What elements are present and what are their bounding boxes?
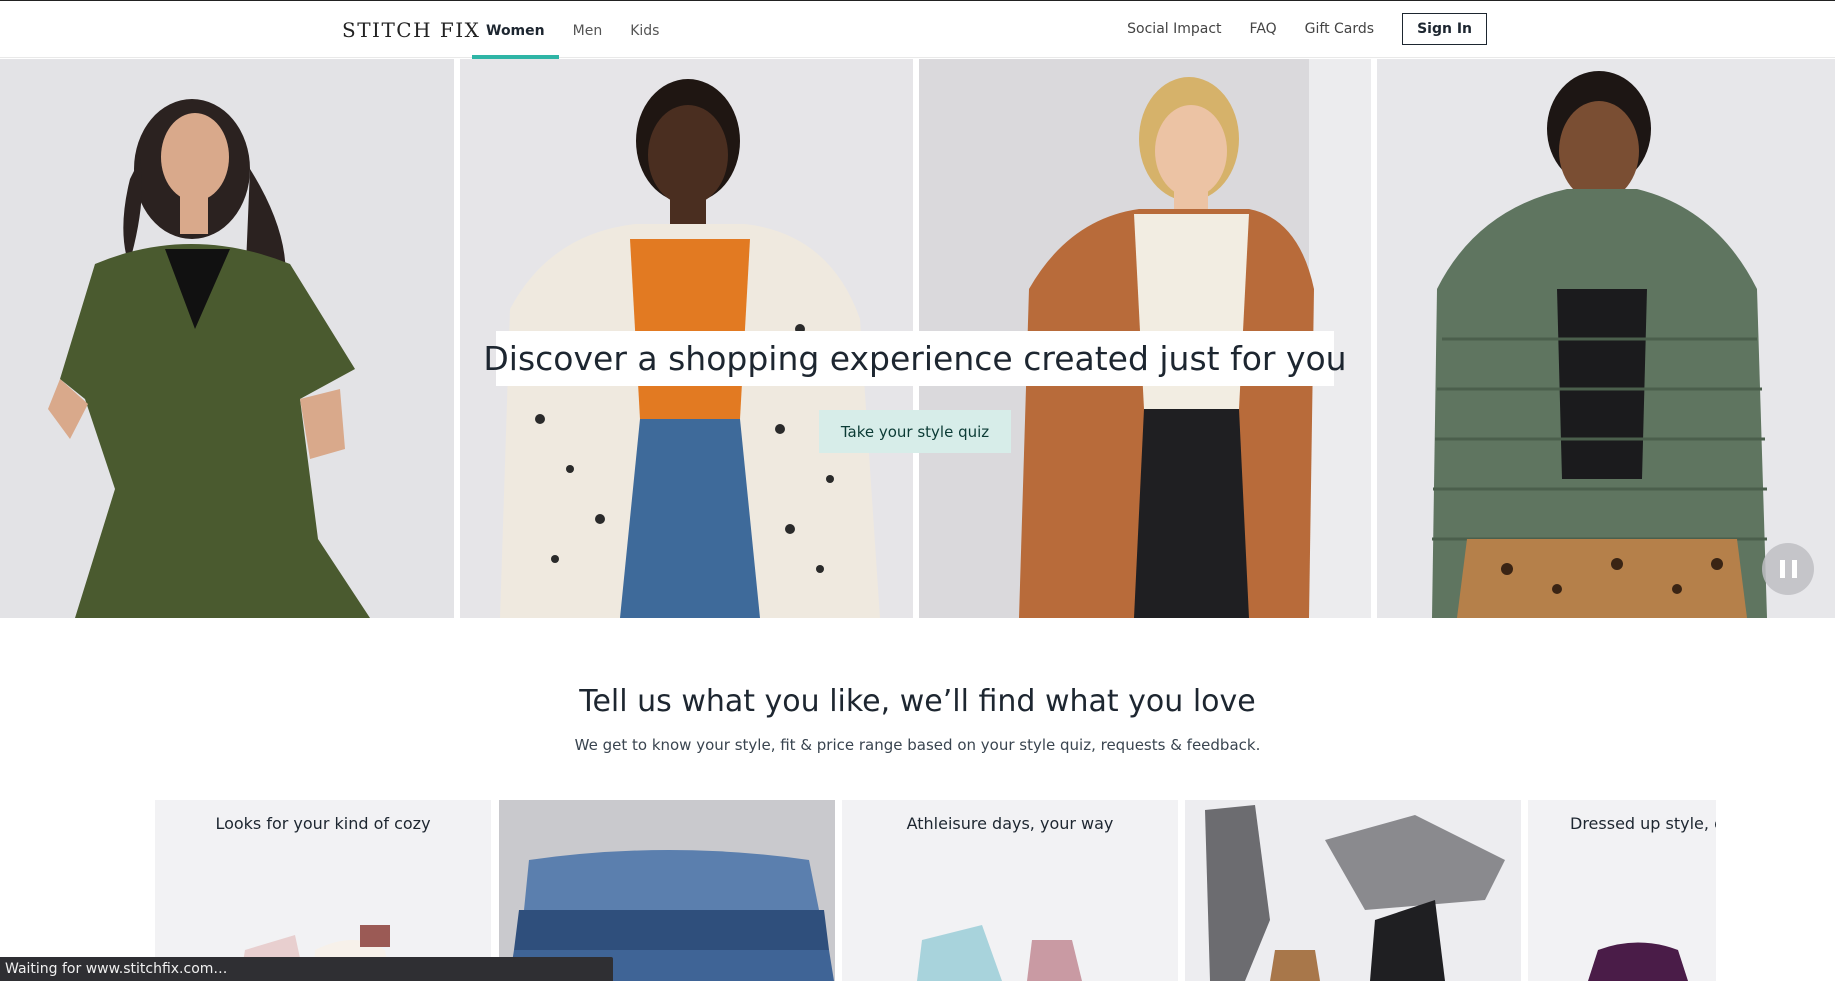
logo[interactable]: STITCH FIX — [342, 18, 480, 42]
category-carousel: Looks for your kind of cozy Athleisure d… — [155, 800, 1716, 981]
social-impact-link[interactable]: Social Impact — [1127, 21, 1221, 37]
gift-cards-link[interactable]: Gift Cards — [1305, 21, 1374, 37]
gender-tabs: Women Men Kids — [472, 1, 673, 59]
hero-image-green-puffer — [1377, 59, 1835, 618]
tab-women[interactable]: Women — [472, 1, 559, 59]
hero-image-green-dress — [0, 59, 454, 618]
hero-banner: Discover a shopping experience created j… — [0, 59, 1835, 618]
utility-nav: Social Impact FAQ Gift Cards Sign In — [1127, 13, 1487, 45]
pause-icon[interactable] — [1762, 543, 1814, 595]
browser-status-bar: Waiting for www.stitchfix.com… — [0, 957, 613, 981]
style-quiz-button[interactable]: Take your style quiz — [819, 410, 1011, 453]
card-cozy-looks[interactable]: Looks for your kind of cozy — [155, 800, 491, 981]
site-header: STITCH FIX Women Men Kids Social Impact … — [0, 0, 1835, 59]
tab-kids[interactable]: Kids — [616, 1, 673, 59]
tab-men[interactable]: Men — [559, 1, 617, 59]
card-athleisure[interactable]: Athleisure days, your way — [842, 800, 1178, 981]
sign-in-button[interactable]: Sign In — [1402, 13, 1487, 45]
hero-headline: Discover a shopping experience created j… — [483, 339, 1347, 378]
hero-headline-box: Discover a shopping experience created j… — [483, 331, 1347, 386]
card-boots[interactable] — [1185, 800, 1521, 981]
section-title: Tell us what you like, we’ll find what y… — [579, 684, 1256, 719]
faq-link[interactable]: FAQ — [1250, 21, 1277, 37]
section-subtitle: We get to know your style, fit & price r… — [574, 736, 1261, 754]
card-denim[interactable] — [499, 800, 835, 981]
card-dressed-up[interactable]: Dressed up style, d — [1528, 800, 1716, 981]
